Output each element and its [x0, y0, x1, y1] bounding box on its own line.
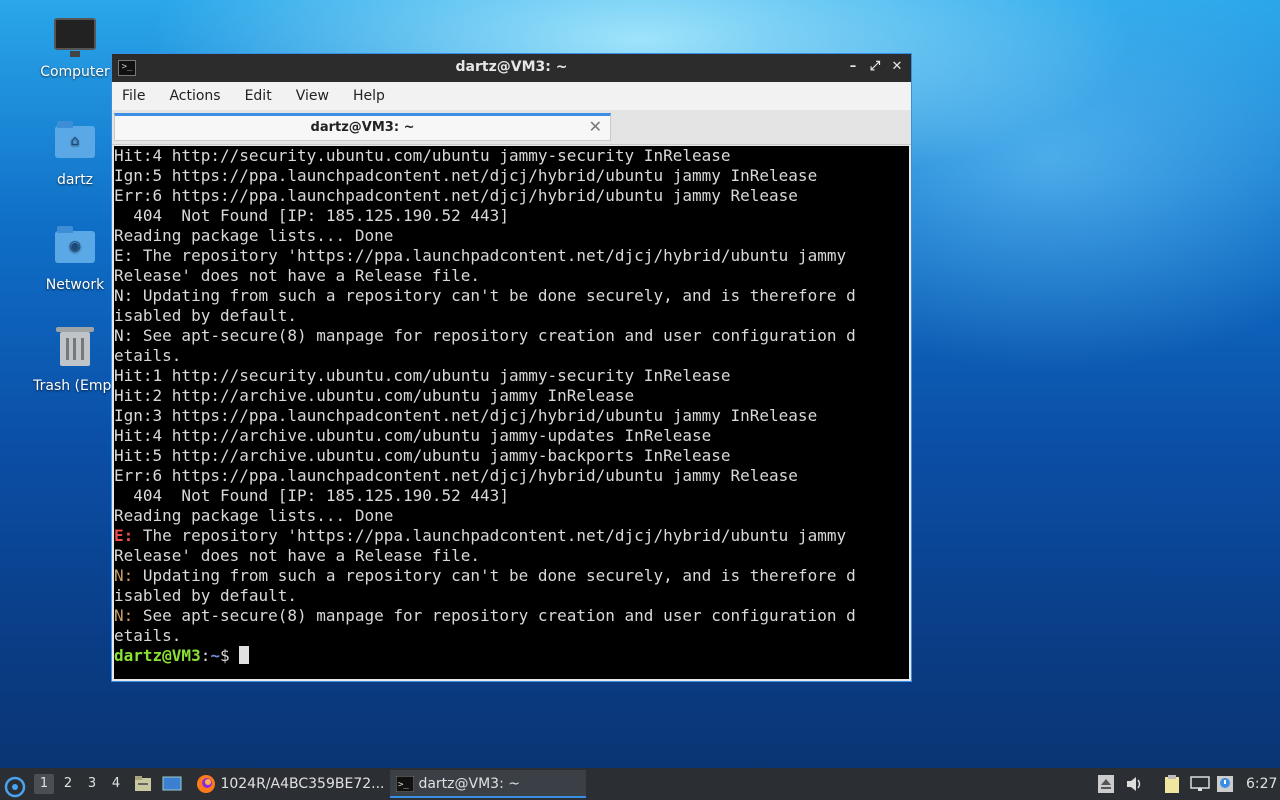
message-text: Updating from such a repository can't be… — [133, 566, 856, 585]
message-prefix: N: — [114, 566, 134, 585]
message-text: See apt-secure(8) manpage for repository… — [133, 606, 856, 625]
desktop-icon-label: Trash (Empt — [33, 378, 117, 394]
terminal-line: N: Updating from such a repository can't… — [114, 286, 856, 305]
notification-icon — [1217, 776, 1233, 792]
minimize-icon[interactable]: – — [845, 58, 861, 76]
terminal-line: isabled by default. — [114, 306, 298, 325]
message-text: isabled by default. — [114, 586, 298, 605]
tab-label: dartz@VM3: ~ — [310, 120, 415, 135]
tray-network[interactable] — [1190, 768, 1212, 800]
terminal-line: Release' does not have a Release file. — [114, 546, 909, 566]
menu-view[interactable]: View — [296, 88, 329, 104]
tray-volume[interactable] — [1126, 768, 1146, 800]
task-firefox[interactable]: 1024R/A4BC359BE72... — [190, 770, 386, 798]
menu-bar: File Actions Edit View Help — [112, 82, 911, 110]
terminal-line: Err:6 https://ppa.launchpadcontent.net/d… — [114, 466, 798, 485]
network-folder-icon: ◉ — [55, 226, 95, 263]
terminal-line: Ign:3 https://ppa.launchpadcontent.net/d… — [114, 406, 818, 425]
menu-edit[interactable]: Edit — [245, 88, 272, 104]
menu-file[interactable]: File — [122, 88, 145, 104]
prompt-separator: : — [200, 646, 211, 665]
terminal-window[interactable]: >_ dartz@VM3: ~ – ⤢ ✕ File Actions Edit … — [111, 53, 912, 682]
message-prefix: E: — [114, 526, 134, 545]
window-title: dartz@VM3: ~ — [455, 59, 568, 75]
desktop-icon-network[interactable]: ◉ Network — [25, 226, 125, 293]
message-text: Release' does not have a Release file. — [114, 546, 481, 565]
clipboard-icon — [1165, 775, 1179, 793]
message-prefix: N: — [114, 606, 134, 625]
terminal-line: Hit:4 http://archive.ubuntu.com/ubuntu j… — [114, 426, 712, 445]
menu-actions[interactable]: Actions — [169, 88, 220, 104]
terminal-line: 404 Not Found [IP: 185.125.190.52 443] — [114, 486, 509, 505]
desktop-icon-label: Network — [45, 277, 105, 293]
home-folder-icon: ⌂ — [55, 121, 95, 158]
terminal-line: isabled by default. — [114, 586, 909, 606]
terminal-line: N: Updating from such a repository can't… — [114, 566, 909, 586]
menu-help[interactable]: Help — [353, 88, 385, 104]
clock[interactable]: 6:27 — [1246, 768, 1278, 800]
prompt-line[interactable]: dartz@VM3:~$ — [114, 646, 909, 666]
terminal-line: etails. — [114, 346, 182, 365]
eject-icon — [1098, 775, 1114, 793]
window-titlebar[interactable]: >_ dartz@VM3: ~ – ⤢ ✕ — [112, 54, 911, 82]
terminal-line: Hit:5 http://archive.ubuntu.com/ubuntu j… — [114, 446, 731, 465]
desktop-icon-home[interactable]: ⌂ dartz — [25, 121, 125, 188]
tray-clipboard[interactable] — [1164, 768, 1184, 800]
desktop-icon — [162, 776, 182, 791]
task-label: dartz@VM3: ~ — [418, 776, 520, 792]
terminal-line: Hit:2 http://archive.ubuntu.com/ubuntu j… — [114, 386, 635, 405]
terminal-line: 404 Not Found [IP: 185.125.190.52 443] — [114, 206, 509, 225]
terminal-line: N: See apt-secure(8) manpage for reposit… — [114, 326, 856, 345]
desktop-icon-label: Computer — [40, 64, 110, 80]
task-label: 1024R/A4BC359BE72... — [220, 776, 385, 792]
terminal-line: Hit:4 http://security.ubuntu.com/ubuntu … — [114, 146, 731, 165]
trash-icon — [56, 327, 94, 366]
task-terminal[interactable]: >_ dartz@VM3: ~ — [390, 770, 586, 798]
tab-bar: dartz@VM3: ~ ✕ — [112, 110, 911, 145]
terminal-line: Reading package lists... Done — [114, 506, 394, 525]
workspace-4[interactable]: 4 — [106, 774, 126, 794]
message-text: The repository 'https://ppa.launchpadcon… — [133, 526, 847, 545]
tray-updates[interactable] — [1098, 768, 1118, 800]
network-icon — [1190, 776, 1210, 791]
desktop-icon-trash[interactable]: Trash (Empt — [25, 327, 125, 394]
prompt-symbol: $ — [219, 646, 240, 665]
terminal-line: Err:6 https://ppa.launchpadcontent.net/d… — [114, 186, 798, 205]
svg-text:>_: >_ — [398, 780, 409, 790]
close-icon[interactable]: ✕ — [889, 58, 905, 76]
start-menu-button[interactable] — [4, 768, 28, 800]
text-cursor — [239, 646, 250, 664]
terminal-line: Reading package lists... Done — [114, 226, 394, 245]
desktop-icon-label: dartz — [56, 172, 94, 188]
workspace-1[interactable]: 1 — [34, 774, 54, 794]
file-manager-icon — [135, 776, 151, 791]
desktop-icon-computer[interactable]: Computer — [25, 18, 125, 80]
tab-terminal[interactable]: dartz@VM3: ~ ✕ — [114, 113, 611, 141]
terminal-line: etails. — [114, 626, 909, 646]
prompt-user: dartz@VM3 — [114, 646, 201, 665]
computer-icon — [54, 18, 96, 57]
terminal-line: Hit:1 http://security.ubuntu.com/ubuntu … — [114, 366, 731, 385]
show-desktop-launcher[interactable] — [162, 768, 184, 800]
terminal-line: Release' does not have a Release file. — [114, 266, 481, 285]
taskbar: 1 2 3 4 1024R/A4BC359BE72... >_ dartz@VM… — [0, 768, 1280, 800]
maximize-icon[interactable]: ⤢ — [867, 58, 883, 76]
volume-icon — [1127, 777, 1141, 791]
terminal-line: E: The repository 'https://ppa.launchpad… — [114, 246, 847, 265]
workspace-2[interactable]: 2 — [58, 774, 78, 794]
terminal-line: E: The repository 'https://ppa.launchpad… — [114, 526, 909, 546]
file-manager-launcher[interactable] — [134, 768, 154, 800]
terminal-line: Ign:5 https://ppa.launchpadcontent.net/d… — [114, 166, 818, 185]
prompt-path: ~ — [210, 646, 220, 665]
terminal-icon: >_ — [396, 776, 414, 792]
tab-close-icon[interactable]: ✕ — [589, 117, 602, 136]
firefox-icon — [197, 775, 215, 793]
lubuntu-logo-icon — [4, 776, 26, 797]
terminal-output[interactable]: Hit:4 http://security.ubuntu.com/ubuntu … — [114, 146, 909, 679]
message-text: etails. — [114, 626, 182, 645]
terminal-line: N: See apt-secure(8) manpage for reposit… — [114, 606, 909, 626]
tray-notification[interactable] — [1216, 768, 1236, 800]
workspace-3[interactable]: 3 — [82, 774, 102, 794]
